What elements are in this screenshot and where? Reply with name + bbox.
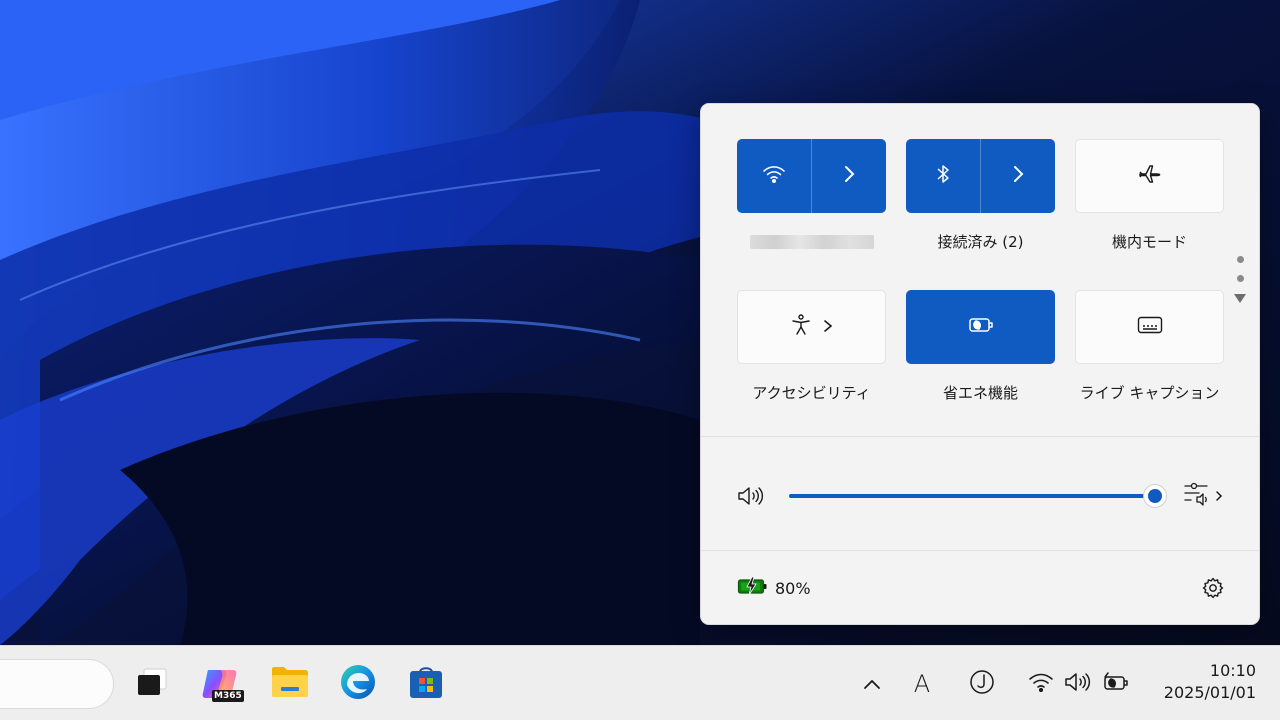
wifi-icon	[762, 165, 786, 187]
battery-charging-icon	[737, 576, 769, 600]
page-dot	[1236, 275, 1244, 282]
chevron-up-icon	[863, 675, 881, 694]
clock-time: 10:10	[1209, 661, 1256, 680]
accessibility-label: アクセシビリティ	[752, 384, 871, 402]
chevron-right-icon	[823, 318, 833, 337]
task-view-button[interactable]	[132, 664, 172, 704]
taskbar-clock[interactable]: 10:10 2025/01/01	[1148, 660, 1256, 704]
show-hidden-icons-button[interactable]	[860, 670, 884, 698]
wifi-tile-cell	[737, 139, 886, 249]
store-icon	[408, 664, 444, 704]
airplane-tile-cell: 機内モード	[1075, 139, 1224, 252]
accessibility-tile-cell: アクセシビリティ	[737, 290, 886, 403]
m365-badge: M365	[212, 690, 244, 702]
m365-copilot-button[interactable]: M365	[200, 664, 244, 704]
wifi-tile[interactable]	[737, 139, 886, 213]
energy-saver-battery-icon	[1102, 671, 1130, 697]
taskbar: M365 A 10:10 2025/01/01	[0, 645, 1280, 720]
wifi-network-name-blurred	[737, 235, 886, 249]
airplane-icon	[1137, 163, 1163, 189]
network-tray-icon[interactable]	[1026, 670, 1056, 698]
microsoft-store-button[interactable]	[406, 664, 446, 704]
m365-copilot-icon: M365	[200, 664, 244, 704]
battery-tray-icon[interactable]	[1100, 670, 1132, 698]
speaker-icon	[1064, 670, 1092, 698]
edge-icon	[339, 663, 377, 705]
live-captions-label: ライブ キャプション	[1079, 384, 1220, 402]
energy-saver-icon	[967, 316, 995, 338]
wifi-toggle-button[interactable]	[737, 139, 811, 213]
taskbar-search-box[interactable]	[0, 659, 114, 709]
volume-slider-thumb[interactable]	[1143, 484, 1167, 508]
chevron-down-icon[interactable]	[1234, 294, 1246, 303]
file-explorer-button[interactable]	[270, 664, 310, 704]
edge-browser-button[interactable]	[338, 664, 378, 704]
energy-saver-label: 省エネ機能	[942, 384, 1018, 402]
quick-settings-tiles: 接続済み (2) 機内モード アクセシビリティ 省エネ機能 ライブ キャプション	[737, 139, 1225, 439]
chevron-right-icon	[1215, 487, 1223, 506]
captions-icon	[1137, 316, 1163, 338]
energy-saver-tile[interactable]	[906, 290, 1055, 364]
ime-mode-button[interactable]	[966, 670, 998, 698]
volume-row	[737, 474, 1227, 518]
quick-settings-footer: 80%	[737, 574, 1227, 604]
clock-date: 2025/01/01	[1163, 683, 1256, 702]
bluetooth-tile-cell: 接続済み (2)	[906, 139, 1055, 252]
divider	[701, 436, 1259, 437]
page-dot	[1236, 256, 1244, 263]
wifi-expand-button[interactable]	[812, 139, 886, 213]
ime-mode-icon	[969, 669, 995, 699]
accessibility-icon	[791, 314, 811, 340]
settings-button[interactable]	[1201, 576, 1227, 602]
chevron-right-icon	[843, 165, 855, 187]
volume-tray-icon[interactable]	[1062, 670, 1094, 698]
bluetooth-expand-button[interactable]	[981, 139, 1055, 213]
file-explorer-icon	[271, 665, 309, 703]
sound-mixer-icon	[1183, 481, 1211, 511]
live-captions-tile[interactable]	[1075, 290, 1224, 364]
accessibility-tile[interactable]	[737, 290, 886, 364]
ime-indicator[interactable]: A	[906, 670, 938, 698]
speaker-icon[interactable]	[737, 484, 765, 508]
battery-status[interactable]: 80%	[737, 576, 811, 600]
bluetooth-icon	[936, 164, 950, 188]
wifi-icon	[1028, 672, 1054, 696]
battery-percentage: 80%	[775, 578, 811, 598]
live-captions-tile-cell: ライブ キャプション	[1075, 290, 1224, 403]
volume-slider-track[interactable]	[789, 494, 1155, 498]
energy-saver-tile-cell: 省エネ機能	[906, 290, 1055, 403]
volume-mixer-button[interactable]	[1183, 482, 1227, 510]
bluetooth-toggle-button[interactable]	[906, 139, 980, 213]
chevron-right-icon	[1012, 165, 1024, 187]
airplane-mode-tile[interactable]	[1075, 139, 1224, 213]
airplane-mode-label: 機内モード	[1111, 233, 1187, 251]
quick-settings-panel: 接続済み (2) 機内モード アクセシビリティ 省エネ機能 ライブ キャプション…	[700, 103, 1260, 625]
divider	[701, 550, 1259, 551]
page-indicator[interactable]	[1233, 256, 1247, 303]
task-view-icon	[135, 667, 169, 701]
gear-icon	[1201, 577, 1225, 604]
bluetooth-label: 接続済み (2)	[937, 233, 1024, 251]
bluetooth-tile[interactable]	[906, 139, 1055, 213]
